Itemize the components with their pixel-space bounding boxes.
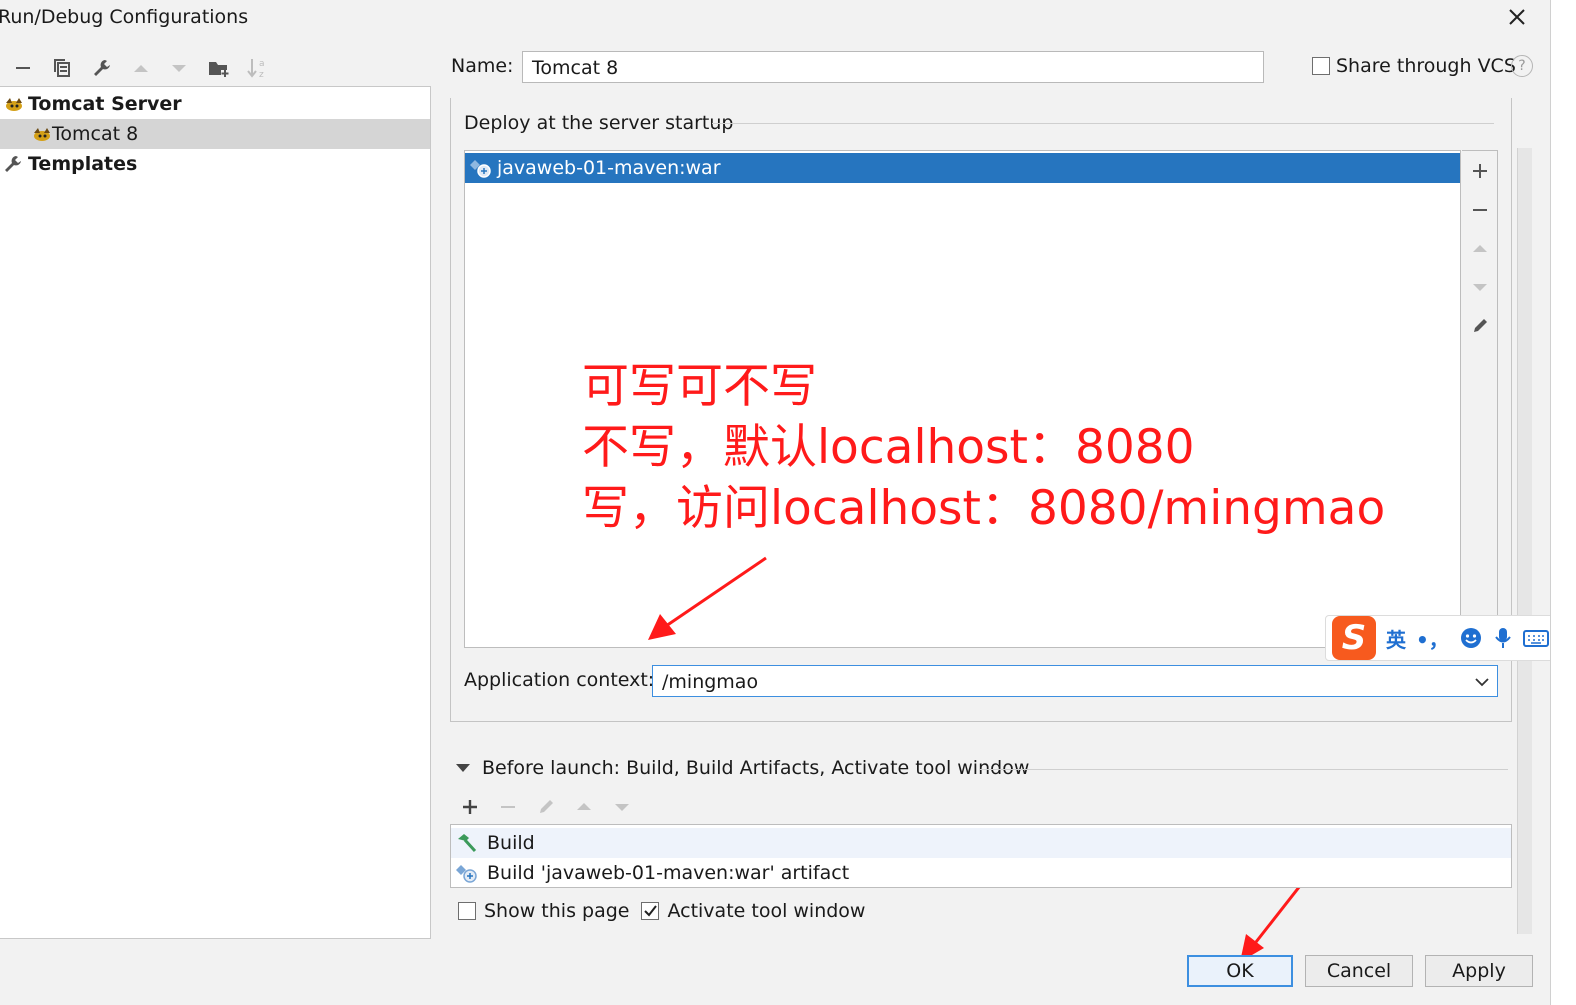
show-page-checkbox[interactable] bbox=[458, 902, 476, 920]
keyboard-icon[interactable] bbox=[1522, 628, 1549, 648]
checkmark-icon bbox=[644, 905, 658, 917]
move-up-icon[interactable] bbox=[570, 794, 598, 820]
emoji-icon[interactable] bbox=[1459, 626, 1483, 650]
ime-punct[interactable]: •， bbox=[1416, 624, 1449, 653]
app-context-value: /mingmao bbox=[662, 671, 759, 693]
list-item[interactable]: Build 'javaweb-01-maven:war' artifact bbox=[451, 858, 1511, 888]
apply-button[interactable]: Apply bbox=[1425, 955, 1533, 987]
chevron-down-icon[interactable] bbox=[1473, 673, 1491, 691]
microphone-icon[interactable] bbox=[1493, 626, 1513, 650]
ime-toolbar[interactable]: S 英 •， bbox=[1325, 615, 1576, 661]
app-context-combobox[interactable]: /mingmao bbox=[652, 665, 1498, 697]
activate-window-label: Activate tool window bbox=[667, 900, 866, 922]
before-launch-label: Before launch: Build, Build Artifacts, A… bbox=[482, 757, 1030, 779]
remove-icon[interactable] bbox=[494, 794, 522, 820]
edit-icon[interactable] bbox=[532, 794, 560, 820]
before-launch-toolbar bbox=[456, 794, 636, 820]
sogou-logo-icon[interactable]: S bbox=[1332, 616, 1376, 660]
divider bbox=[980, 769, 1508, 770]
move-down-icon[interactable] bbox=[608, 794, 636, 820]
list-item-label: Build 'javaweb-01-maven:war' artifact bbox=[487, 862, 850, 884]
add-icon[interactable] bbox=[456, 794, 484, 820]
list-item[interactable]: Build bbox=[451, 828, 1511, 858]
before-launch-list[interactable]: Build Build 'javaweb-01-maven:war' artif… bbox=[450, 824, 1512, 888]
background-window-edge bbox=[1550, 0, 1576, 1005]
collapse-triangle-icon[interactable] bbox=[454, 760, 472, 776]
app-context-label: Application context: bbox=[464, 669, 655, 691]
hammer-icon bbox=[455, 832, 479, 854]
before-launch-header[interactable]: Before launch: Build, Build Artifacts, A… bbox=[454, 757, 1029, 779]
activate-window-checkbox[interactable] bbox=[641, 902, 660, 920]
list-item-label: Build bbox=[487, 832, 535, 854]
ok-button[interactable]: OK bbox=[1187, 955, 1293, 987]
artifact-icon bbox=[455, 862, 479, 884]
options-row: Show this page Activate tool window bbox=[458, 900, 865, 922]
ime-mode[interactable]: 英 bbox=[1386, 624, 1406, 653]
cancel-button[interactable]: Cancel bbox=[1305, 955, 1413, 987]
show-page-label: Show this page bbox=[484, 900, 630, 922]
